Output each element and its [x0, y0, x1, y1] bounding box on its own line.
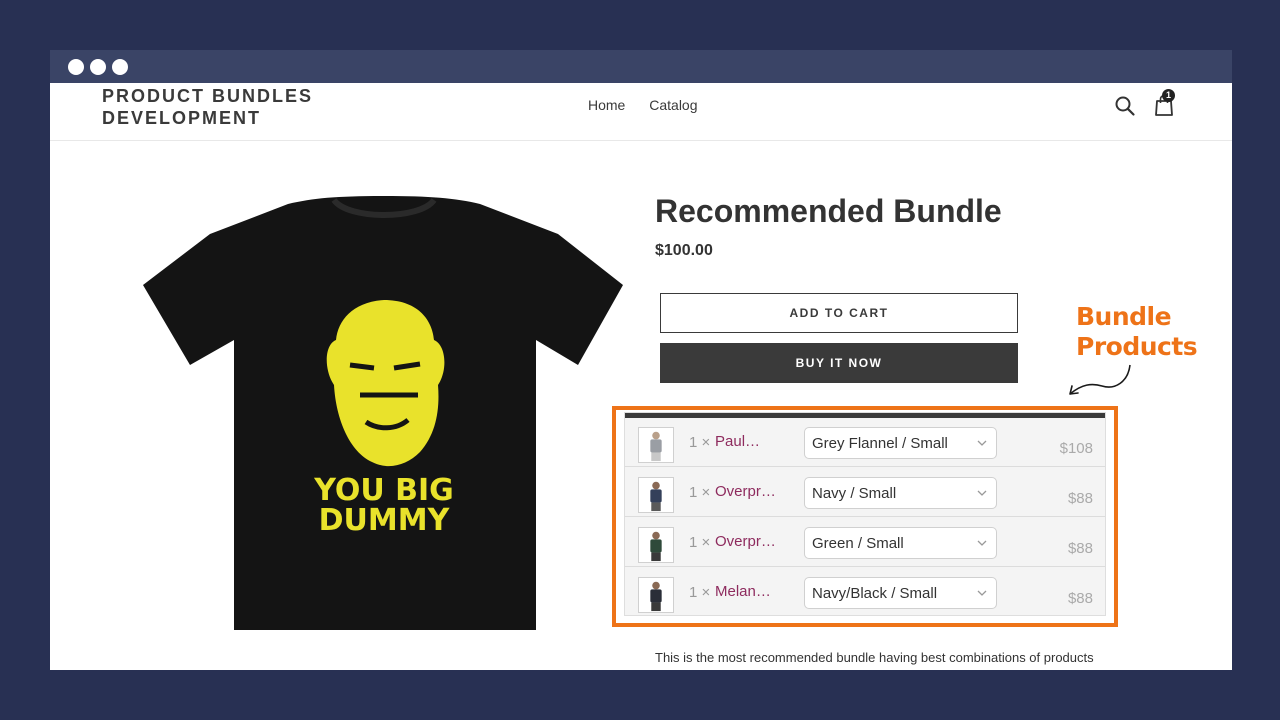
variant-select-value: Green / Small	[812, 535, 904, 552]
bundle-item: 1 × Overpr… Navy / Small $88	[625, 468, 1105, 517]
variant-select[interactable]: Navy/Black / Small	[804, 577, 997, 609]
bundle-item-price: $108	[1059, 440, 1093, 457]
bundle-item-qty: 1 ×	[689, 584, 711, 601]
buy-it-now-button[interactable]: BUY IT NOW	[660, 343, 1018, 383]
chevron-down-icon	[977, 540, 987, 546]
product-thumbnail[interactable]	[638, 477, 674, 513]
bundle-item-price: $88	[1067, 490, 1093, 507]
product-description: This is the most recommended bundle havi…	[655, 650, 1094, 665]
bundle-products-highlight: 1 × Paul… Grey Flannel / Small $108 1 × …	[612, 406, 1118, 627]
bundle-item-name-link[interactable]: Paul…	[715, 433, 783, 450]
window-close-dot[interactable]	[68, 59, 84, 75]
product-tshirt-image: YOU BIG DUMMY	[143, 196, 623, 630]
bundle-item-qty: 1 ×	[689, 434, 711, 451]
add-to-cart-button[interactable]: ADD TO CART	[660, 293, 1018, 333]
variant-select-value: Grey Flannel / Small	[812, 435, 948, 452]
variant-select-value: Navy/Black / Small	[812, 585, 938, 602]
logo-line1: PRODUCT BUNDLES	[102, 86, 314, 106]
nav-home-link[interactable]: Home	[588, 97, 625, 113]
variant-select-value: Navy / Small	[812, 485, 897, 502]
product-title: Recommended Bundle	[655, 193, 1002, 229]
main-nav: Home Catalog	[588, 97, 718, 113]
bundle-item-name-link[interactable]: Overpr…	[715, 533, 783, 550]
variant-select[interactable]: Green / Small	[804, 527, 997, 559]
callout-arrow-icon	[1069, 364, 1131, 395]
window-minimize-dot[interactable]	[90, 59, 106, 75]
bundle-item-qty: 1 ×	[689, 534, 711, 551]
callout-line2: Products	[1076, 332, 1198, 361]
bundle-item: 1 × Melan… Navy/Black / Small $88	[625, 568, 1105, 617]
chevron-down-icon	[977, 490, 987, 496]
bundle-product-list: 1 × Paul… Grey Flannel / Small $108 1 × …	[624, 412, 1106, 616]
browser-window: PRODUCT BUNDLES DEVELOPMENT Home Catalog…	[50, 50, 1232, 670]
callout-line1: Bundle	[1076, 302, 1172, 331]
bundle-item: 1 × Paul… Grey Flannel / Small $108	[625, 418, 1105, 467]
window-maximize-dot[interactable]	[112, 59, 128, 75]
bundle-item-name-link[interactable]: Melan…	[715, 583, 783, 600]
bundle-products-callout: Bundle Products	[1076, 302, 1198, 362]
search-icon[interactable]	[1114, 95, 1136, 117]
product-thumbnail[interactable]	[638, 577, 674, 613]
bundle-item-qty: 1 ×	[689, 484, 711, 501]
store-header: PRODUCT BUNDLES DEVELOPMENT Home Catalog…	[50, 83, 1232, 141]
chevron-down-icon	[977, 440, 987, 446]
tshirt-print-line2: DUMMY	[319, 503, 451, 538]
store-logo[interactable]: PRODUCT BUNDLES DEVELOPMENT	[102, 85, 313, 129]
bundle-item-name-link[interactable]: Overpr…	[715, 483, 783, 500]
logo-line2: DEVELOPMENT	[102, 108, 262, 128]
window-titlebar	[50, 50, 1232, 83]
product-price: $100.00	[655, 242, 713, 259]
bundle-item-price: $88	[1067, 590, 1093, 607]
product-thumbnail[interactable]	[638, 527, 674, 563]
variant-select[interactable]: Grey Flannel / Small	[804, 427, 997, 459]
bundle-item-price: $88	[1067, 540, 1093, 557]
chevron-down-icon	[977, 590, 987, 596]
cart-count-badge: 1	[1162, 89, 1175, 102]
variant-select[interactable]: Navy / Small	[804, 477, 997, 509]
nav-catalog-link[interactable]: Catalog	[649, 97, 697, 113]
bundle-item: 1 × Overpr… Green / Small $88	[625, 518, 1105, 567]
product-thumbnail[interactable]	[638, 427, 674, 463]
